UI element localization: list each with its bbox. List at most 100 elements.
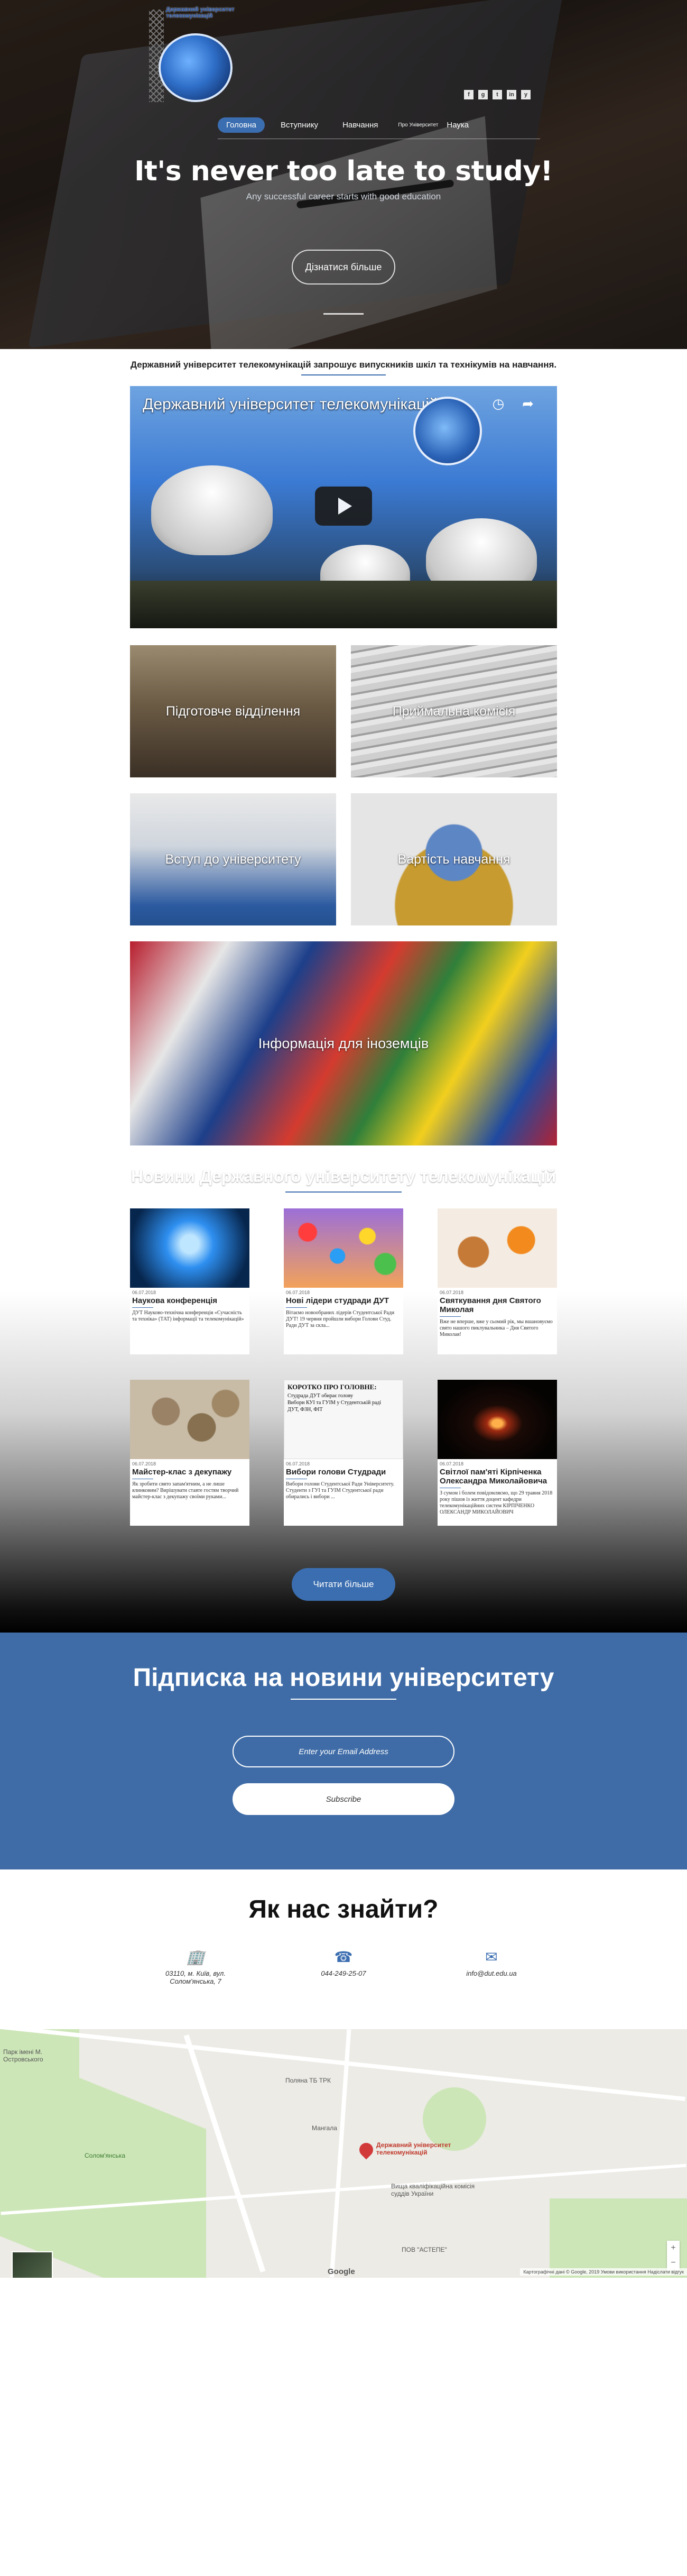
- social-links: f g t in y: [464, 90, 531, 99]
- tile-enrollment[interactable]: Вступ до університету: [130, 793, 336, 925]
- news-title-link[interactable]: Нові лідери студради ДУТ: [284, 1295, 403, 1306]
- slider-indicator[interactable]: [323, 313, 364, 315]
- subscribe-section: Підписка на новини університету Subscrib…: [0, 1633, 687, 1869]
- video-logo-icon: [413, 397, 482, 465]
- news-rule: [132, 1307, 153, 1308]
- map-pin-icon[interactable]: [356, 2140, 376, 2160]
- nav-item-about[interactable]: Про Університет: [394, 121, 438, 129]
- nav-item-science[interactable]: Наука: [438, 117, 477, 133]
- zoom-out-icon[interactable]: −: [671, 2258, 675, 2268]
- video-dish-image: [151, 465, 273, 555]
- nav-item-applicants[interactable]: Вступнику: [272, 117, 327, 133]
- play-button[interactable]: [315, 487, 372, 526]
- news-section: Новини Державного університету телекомун…: [0, 1145, 687, 1633]
- news-image[interactable]: [438, 1380, 557, 1459]
- phone-text[interactable]: 044-249-25-07: [321, 1969, 366, 1977]
- contacts-section: Як нас знайти? 🏢 03110, м. Київ, вул. Со…: [0, 1869, 687, 2029]
- watch-later-icon[interactable]: ◷: [489, 396, 507, 414]
- news-image[interactable]: [130, 1380, 249, 1459]
- tile-label: Вартість навчання: [397, 851, 510, 867]
- map-label: Вища кваліфікаційна комісія суддів Украї…: [391, 2183, 475, 2197]
- contacts-title: Як нас знайти?: [248, 1895, 439, 1923]
- map-label: ПОВ "АСТЕПЕ": [402, 2246, 447, 2253]
- news-excerpt: Вітаємо новообраних лідерів Студентської…: [286, 1310, 395, 1328]
- news-title-link[interactable]: Святкування дня Святого Миколая: [438, 1295, 557, 1315]
- main-nav: Головна Вступнику Навчання Про Університ…: [218, 117, 477, 133]
- email-text[interactable]: info@dut.edu.ua: [466, 1969, 517, 1977]
- contact-address: 🏢 03110, м. Київ, вул. Солом'янська, 7: [153, 1948, 238, 1985]
- logo-title: Державний університет телекомунікацій: [166, 6, 235, 19]
- contact-phone: ☎ 044-249-25-07: [301, 1948, 386, 1985]
- email-field[interactable]: [233, 1736, 454, 1767]
- newspaper-line: ДУТ, ФЗН, ФІТ: [287, 1407, 323, 1413]
- news-image[interactable]: [130, 1208, 249, 1288]
- subscribe-title: Підписка на новини університету: [133, 1664, 554, 1692]
- read-more-button[interactable]: Читати більше: [292, 1568, 395, 1601]
- news-title-link[interactable]: Майстер-клас з декупажу: [130, 1466, 249, 1478]
- tile-preparatory[interactable]: Підготовче відділення: [130, 645, 336, 777]
- news-date: 06.07.2018: [132, 1461, 156, 1466]
- play-icon: [338, 498, 352, 515]
- news-card[interactable]: 06.07.2018 Наукова конференція ДУТ Науко…: [130, 1208, 249, 1354]
- news-image[interactable]: [438, 1208, 557, 1288]
- contact-email: ✉ info@dut.edu.ua: [449, 1948, 534, 1985]
- news-card[interactable]: 06.07.2018 Святкування дня Святого Микол…: [438, 1208, 557, 1354]
- news-title-link[interactable]: Вибори голови Студради: [284, 1466, 403, 1478]
- video-player[interactable]: Державний університет телекомунікацій ◷ …: [130, 386, 557, 628]
- newspaper-headline: КОРОТКО ПРО ГОЛОВНЕ:: [287, 1383, 377, 1391]
- subscribe-button[interactable]: Subscribe: [233, 1783, 454, 1815]
- nav-item-home[interactable]: Головна: [218, 117, 265, 133]
- google-plus-icon[interactable]: g: [478, 90, 488, 99]
- news-date: 06.07.2018: [132, 1290, 156, 1295]
- news-date: 06.07.2018: [286, 1290, 310, 1295]
- nav-item-study[interactable]: Навчання: [334, 117, 386, 133]
- section-tiles: Підготовче відділення Приймальна комісія…: [130, 645, 557, 1145]
- newspaper-line: Вибори КУІ та ГУІМ у Студентській раді: [287, 1400, 382, 1406]
- map-park: [0, 2046, 206, 2278]
- map-label: Мангала: [312, 2124, 337, 2132]
- twitter-icon[interactable]: t: [493, 90, 502, 99]
- map-satellite-toggle[interactable]: [12, 2251, 53, 2278]
- news-title-link[interactable]: Світлої пам'яті Кірпіченка Олександра Ми…: [438, 1466, 557, 1487]
- video-title[interactable]: Державний університет телекомунікацій: [143, 396, 438, 414]
- map-embed[interactable]: Парк імені М. Островського Поляна ТБ ТРК…: [0, 2029, 687, 2278]
- invite-banner: Державний університет телекомунікацій за…: [0, 349, 687, 386]
- tile-label: Підготовче відділення: [165, 703, 301, 719]
- news-excerpt: З сумом і болем повідомляємо, що 29 трав…: [440, 1490, 553, 1515]
- tile-admissions[interactable]: Приймальна комісія: [351, 645, 557, 777]
- news-grid: 06.07.2018 Наукова конференція ДУТ Науко…: [130, 1208, 557, 1526]
- share-icon[interactable]: ➦: [519, 396, 537, 414]
- map-place-label[interactable]: Державний університет телекомунікацій: [376, 2141, 471, 2156]
- news-date: 06.07.2018: [440, 1461, 464, 1466]
- hero-headline: It's never too late to study!: [134, 155, 553, 187]
- hero: Державний університет телекомунікацій f …: [0, 0, 687, 349]
- address-text: 03110, м. Київ, вул. Солом'янська, 7: [165, 1969, 226, 1985]
- university-logo[interactable]: Державний університет телекомунікацій: [144, 4, 239, 105]
- invite-text: Державний університет телекомунікацій за…: [130, 360, 557, 370]
- map-label: Парк імені М. Островського: [3, 2048, 43, 2063]
- map-attribution[interactable]: Картографічні дані © Google, 2019 Умови …: [520, 2268, 687, 2276]
- tile-foreigners[interactable]: Інформація для іноземців: [130, 941, 557, 1145]
- tile-label: Інформація для іноземців: [258, 1035, 429, 1051]
- facebook-icon[interactable]: f: [464, 90, 474, 99]
- video-ground: [130, 581, 557, 628]
- news-card[interactable]: 06.07.2018 Майстер-клас з декупажу Як зр…: [130, 1380, 249, 1526]
- news-image[interactable]: [284, 1208, 403, 1288]
- news-card[interactable]: 06.07.2018 Світлої пам'яті Кірпіченка Ол…: [438, 1380, 557, 1526]
- google-logo: Google: [328, 2267, 355, 2276]
- news-card[interactable]: 06.07.2018 Нові лідери студради ДУТ Віта…: [284, 1208, 403, 1354]
- youtube-icon[interactable]: y: [521, 90, 531, 99]
- learn-more-button[interactable]: Дізнатися більше: [292, 250, 395, 285]
- map-label: Поляна ТБ ТРК: [285, 2077, 331, 2084]
- map-zoom-control[interactable]: + −: [667, 2241, 680, 2270]
- news-card[interactable]: КОРОТКО ПРО ГОЛОВНЕ: Студрада ДУТ обирає…: [284, 1380, 403, 1526]
- tile-tuition[interactable]: Вартість навчання: [351, 793, 557, 925]
- envelope-icon: ✉: [485, 1949, 498, 1965]
- map-road: [329, 2029, 351, 2278]
- news-excerpt: ДУТ Науково-технічна конференція «Сучасн…: [132, 1310, 244, 1322]
- subscribe-underline: [291, 1699, 396, 1700]
- news-image[interactable]: КОРОТКО ПРО ГОЛОВНЕ: Студрада ДУТ обирає…: [284, 1380, 403, 1459]
- news-title-link[interactable]: Наукова конференція: [130, 1295, 249, 1306]
- linkedin-icon[interactable]: in: [507, 90, 516, 99]
- zoom-in-icon[interactable]: +: [671, 2243, 675, 2253]
